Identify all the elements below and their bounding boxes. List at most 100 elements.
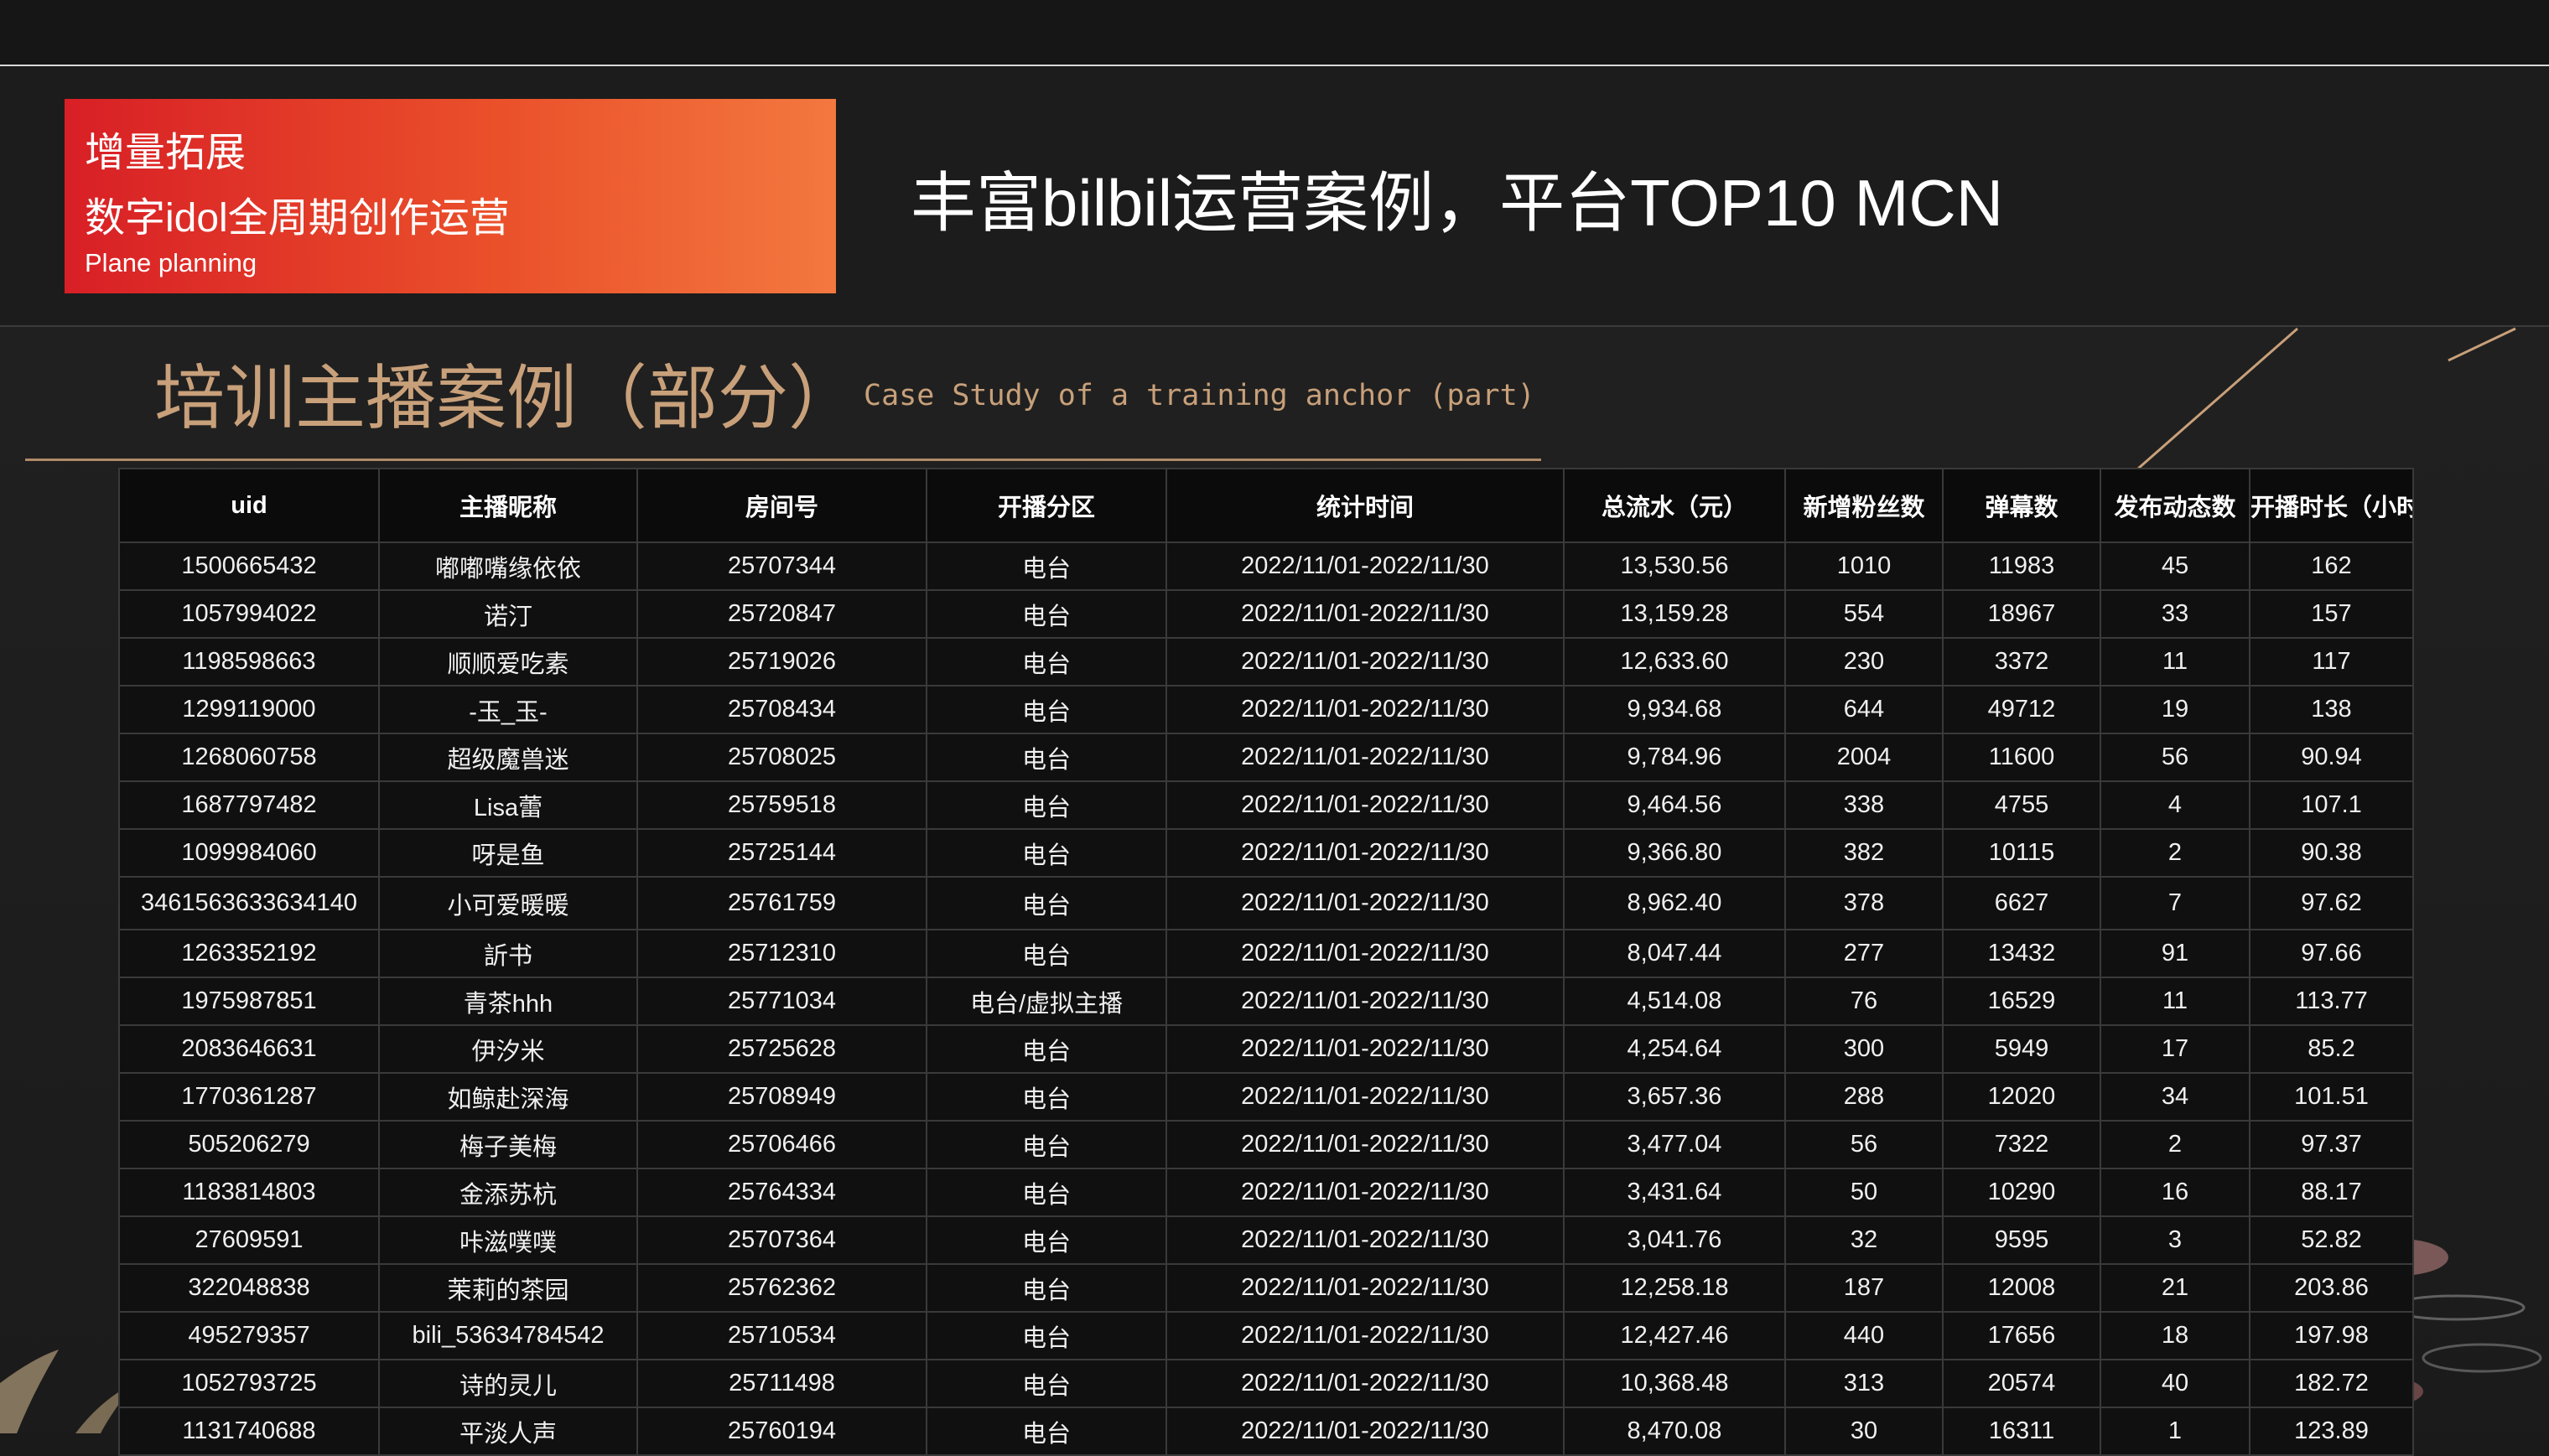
- section-subtitle: Case Study of a training anchor (part): [864, 379, 1535, 412]
- cell-hours: 85.2: [2249, 1024, 2414, 1074]
- cell-posts: 3: [2100, 1215, 2250, 1265]
- cell-new-fans: 378: [1784, 876, 1944, 930]
- cell-hours: 117: [2249, 637, 2414, 687]
- cell-hours: 97.37: [2249, 1120, 2414, 1169]
- cell-room: 25708949: [636, 1072, 927, 1122]
- anchor-table-container: uid 主播昵称 房间号 开播分区 统计时间 总流水（元） 新增粉丝数 弹幕数 …: [118, 468, 2414, 1456]
- label-line-1: 增量拓展: [85, 131, 247, 175]
- cell-period: 2022/11/01-2022/11/30: [1165, 637, 1565, 687]
- cell-hours: 90.94: [2249, 733, 2414, 782]
- cell-period: 2022/11/01-2022/11/30: [1165, 1215, 1565, 1265]
- cell-posts: 19: [2100, 685, 2250, 734]
- cell-zone: 电台: [926, 541, 1167, 591]
- cell-zone: 电台: [926, 1120, 1167, 1169]
- cell-uid: 505206279: [118, 1120, 380, 1169]
- cell-revenue: 13,530.56: [1563, 541, 1786, 591]
- cell-revenue: 8,962.40: [1563, 876, 1786, 930]
- cell-revenue: 8,470.08: [1563, 1407, 1786, 1456]
- cell-new-fans: 230: [1784, 637, 1944, 687]
- cell-revenue: 9,934.68: [1563, 685, 1786, 734]
- cell-danmaku: 13432: [1942, 929, 2101, 978]
- cell-room: 25707364: [636, 1215, 927, 1265]
- cell-posts: 91: [2100, 929, 2250, 978]
- cell-uid: 1131740688: [118, 1407, 380, 1456]
- cell-revenue: 13,159.28: [1563, 589, 1786, 639]
- cell-nickname: 超级魔兽迷: [378, 733, 638, 782]
- cell-revenue: 4,514.08: [1563, 977, 1786, 1026]
- cell-hours: 203.86: [2249, 1263, 2414, 1313]
- cell-uid: 1687797482: [118, 780, 380, 830]
- column-header-hours: 开播时长（小时）: [2249, 468, 2414, 543]
- table-row: 1500665432 嘟嘟嘴缘依依 25707344 电台 2022/11/01-202…: [118, 541, 2414, 591]
- cell-room: 25719026: [636, 637, 927, 687]
- cell-room: 25760194: [636, 1407, 927, 1456]
- cell-uid: 1052793725: [118, 1359, 380, 1408]
- cell-posts: 45: [2100, 541, 2250, 591]
- table-header-row: uid 主播昵称 房间号 开播分区 统计时间 总流水（元） 新增粉丝数 弹幕数 …: [118, 468, 2414, 543]
- cell-uid: 3461563633634140: [118, 876, 380, 930]
- cell-new-fans: 300: [1784, 1024, 1944, 1074]
- cell-period: 2022/11/01-2022/11/30: [1165, 1168, 1565, 1217]
- cell-new-fans: 277: [1784, 929, 1944, 978]
- table-row: 1057994022 诺汀 25720847 电台 2022/11/01-2022/11…: [118, 589, 2414, 639]
- cell-posts: 56: [2100, 733, 2250, 782]
- cell-zone: 电台: [926, 1072, 1167, 1122]
- section-title: 培训主播案例（部分）: [154, 357, 859, 439]
- cell-uid: 1263352192: [118, 929, 380, 978]
- cell-posts: 16: [2100, 1168, 2250, 1217]
- cell-danmaku: 11983: [1942, 541, 2101, 591]
- cell-zone: 电台: [926, 929, 1167, 978]
- cell-danmaku: 10290: [1942, 1168, 2101, 1217]
- cell-period: 2022/11/01-2022/11/30: [1165, 1120, 1565, 1169]
- cell-room: 25771034: [636, 977, 927, 1026]
- table-row: 3461563633634140 小可爱暖暖 25761759 电台 2022/11/0…: [118, 876, 2414, 930]
- cell-hours: 97.62: [2249, 876, 2414, 930]
- table-row: 1198598663 顺顺爱吃素 25719026 电台 2022/11/01-2022…: [118, 637, 2414, 687]
- table-row: 505206279 梅子美梅 25706466 电台 2022/11/01-2022/1…: [118, 1120, 2414, 1169]
- cell-room: 25720847: [636, 589, 927, 639]
- column-header-danmaku: 弹幕数: [1942, 468, 2101, 543]
- cell-uid: 1268060758: [118, 733, 380, 782]
- cell-posts: 2: [2100, 828, 2250, 878]
- cell-hours: 52.82: [2249, 1215, 2414, 1265]
- table-row: 27609591 咔滋噗噗 25707364 电台 2022/11/01-2022/11…: [118, 1215, 2414, 1265]
- cell-zone: 电台: [926, 589, 1167, 639]
- cell-uid: 322048838: [118, 1263, 380, 1313]
- cell-room: 25711498: [636, 1359, 927, 1408]
- cell-nickname: Lisa蕾: [378, 780, 638, 830]
- table-row: 2083646631 伊汐米 25725628 电台 2022/11/01-2022/1…: [118, 1024, 2414, 1074]
- title-underline: [25, 459, 1541, 461]
- cell-uid: 1770361287: [118, 1072, 380, 1122]
- cell-new-fans: 644: [1784, 685, 1944, 734]
- cell-period: 2022/11/01-2022/11/30: [1165, 733, 1565, 782]
- cell-room: 25725144: [636, 828, 927, 878]
- cell-period: 2022/11/01-2022/11/30: [1165, 1263, 1565, 1313]
- table-row: 1268060758 超级魔兽迷 25708025 电台 2022/11/01-2022…: [118, 733, 2414, 782]
- cell-period: 2022/11/01-2022/11/30: [1165, 929, 1565, 978]
- cell-hours: 101.51: [2249, 1072, 2414, 1122]
- cell-posts: 11: [2100, 977, 2250, 1026]
- cell-nickname: -玉_玉-: [378, 685, 638, 734]
- cell-revenue: 12,633.60: [1563, 637, 1786, 687]
- cell-room: 25706466: [636, 1120, 927, 1169]
- label-line-2: 数字idol全周期创作运营: [85, 196, 510, 241]
- cell-danmaku: 7322: [1942, 1120, 2101, 1169]
- column-header-posts: 发布动态数: [2100, 468, 2250, 543]
- column-header-nickname: 主播昵称: [378, 468, 638, 543]
- cell-new-fans: 50: [1784, 1168, 1944, 1217]
- cell-hours: 107.1: [2249, 780, 2414, 830]
- cell-period: 2022/11/01-2022/11/30: [1165, 977, 1565, 1026]
- cell-uid: 1299119000: [118, 685, 380, 734]
- cell-zone: 电台: [926, 1024, 1167, 1074]
- label-line-3: Plane planning: [85, 248, 257, 277]
- cell-posts: 34: [2100, 1072, 2250, 1122]
- cell-zone: 电台: [926, 1168, 1167, 1217]
- cell-revenue: 3,431.64: [1563, 1168, 1786, 1217]
- cell-zone: 电台: [926, 1407, 1167, 1456]
- cell-zone: 电台: [926, 1311, 1167, 1360]
- cell-danmaku: 10115: [1942, 828, 2101, 878]
- cell-period: 2022/11/01-2022/11/30: [1165, 1407, 1565, 1456]
- cell-zone: 电台: [926, 828, 1167, 878]
- cell-zone: 电台: [926, 685, 1167, 734]
- cell-hours: 197.98: [2249, 1311, 2414, 1360]
